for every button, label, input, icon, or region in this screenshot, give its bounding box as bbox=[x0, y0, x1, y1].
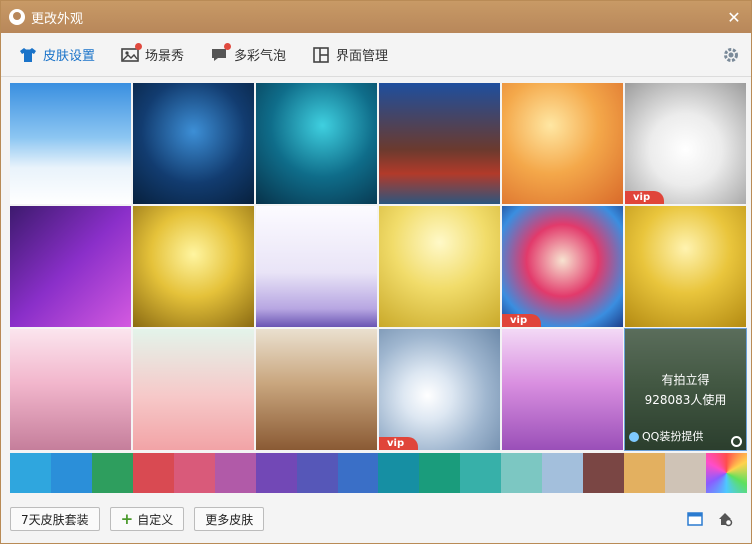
tab-interface-manage[interactable]: 界面管理 bbox=[312, 45, 388, 64]
color-swatch[interactable] bbox=[91, 453, 133, 493]
color-swatch[interactable] bbox=[583, 453, 625, 493]
color-swatch[interactable] bbox=[296, 453, 338, 493]
vip-badge: vip bbox=[379, 437, 419, 450]
skin-tile-classroom[interactable] bbox=[256, 329, 377, 450]
skin-tile-blue-mountain[interactable] bbox=[133, 83, 254, 204]
color-swatch[interactable] bbox=[460, 453, 502, 493]
home-settings-icon[interactable] bbox=[717, 511, 733, 527]
color-bubbles-badge bbox=[224, 42, 232, 50]
skin-grid: vip vip vip 有拍立得 928083人使用 QQ装扮提供 bbox=[10, 83, 747, 451]
window-icon[interactable] bbox=[687, 511, 703, 527]
color-swatch[interactable] bbox=[214, 453, 256, 493]
color-swatch[interactable] bbox=[624, 453, 665, 493]
layout-icon bbox=[313, 46, 329, 63]
shirt-icon bbox=[20, 47, 36, 62]
featured-title: 有拍立得 bbox=[661, 372, 710, 387]
skin-tile-deer[interactable] bbox=[502, 83, 623, 204]
plus-icon: + bbox=[120, 510, 134, 528]
window-title: 更改外观 bbox=[31, 11, 84, 27]
qq-logo-icon bbox=[9, 9, 25, 25]
skin-tile-overlay: 有拍立得 928083人使用 QQ装扮提供 bbox=[625, 329, 746, 450]
skin-tile-london-sketch[interactable] bbox=[256, 206, 377, 327]
gear-icon[interactable] bbox=[721, 45, 741, 65]
color-swatch[interactable] bbox=[705, 453, 747, 493]
more-skins-button[interactable]: 更多皮肤 bbox=[194, 507, 265, 531]
skin-tile-purple-triangles[interactable] bbox=[10, 206, 131, 327]
tab-interface-manage-label: 界面管理 bbox=[336, 49, 389, 64]
zoom-icon[interactable] bbox=[731, 436, 742, 447]
featured-provider: QQ装扮提供 bbox=[629, 427, 703, 447]
vip-badge: vip bbox=[502, 314, 542, 327]
color-swatch[interactable] bbox=[255, 453, 297, 493]
skin-tile-polaroid[interactable]: 有拍立得 928083人使用 QQ装扮提供 bbox=[624, 328, 747, 451]
color-swatch[interactable] bbox=[665, 453, 706, 493]
skin-tile-moon-star[interactable]: vip bbox=[379, 329, 500, 450]
tab-skin-settings-label: 皮肤设置 bbox=[43, 49, 96, 64]
custom-button-label: 自定义 bbox=[137, 512, 174, 527]
skin-tile-plate-bow[interactable]: vip bbox=[625, 83, 746, 204]
color-swatch[interactable] bbox=[542, 453, 584, 493]
color-swatch[interactable] bbox=[10, 453, 51, 493]
custom-button[interactable]: + 自定义 bbox=[109, 507, 185, 531]
skin-tile-purple-castle[interactable] bbox=[502, 329, 623, 450]
color-swatch[interactable] bbox=[419, 453, 461, 493]
color-swatch[interactable] bbox=[50, 453, 92, 493]
bottom-toolbar: 7天皮肤套装 + 自定义 更多皮肤 bbox=[10, 507, 265, 531]
color-swatch[interactable] bbox=[501, 453, 543, 493]
skin-tile-cottage[interactable] bbox=[625, 206, 746, 327]
skin-tile-yellow-meadow[interactable] bbox=[379, 206, 500, 327]
weekly-skin-set-button[interactable]: 7天皮肤套装 bbox=[10, 507, 100, 531]
title-bar: 更改外观 ✕ bbox=[1, 1, 751, 33]
tab-color-bubbles[interactable]: 多彩气泡 bbox=[210, 42, 287, 64]
color-swatch[interactable] bbox=[173, 453, 215, 493]
tab-bar: 皮肤设置 场景秀 多彩气泡 界面管理 bbox=[1, 33, 751, 77]
skin-tile-cats[interactable] bbox=[133, 329, 254, 450]
skin-tile-sky-clouds[interactable] bbox=[10, 83, 131, 204]
featured-users: 928083人使用 bbox=[644, 392, 727, 407]
skin-tile-microphone[interactable]: vip bbox=[502, 206, 623, 327]
color-swatch[interactable] bbox=[378, 453, 420, 493]
tab-color-bubbles-label: 多彩气泡 bbox=[234, 49, 287, 64]
skin-tile-umbrella-rabbit[interactable] bbox=[256, 83, 377, 204]
skin-tile-golden-forest[interactable] bbox=[133, 206, 254, 327]
color-swatch[interactable] bbox=[337, 453, 379, 493]
scene-show-badge bbox=[135, 42, 143, 50]
vip-badge: vip bbox=[625, 191, 665, 204]
skin-tile-train[interactable] bbox=[379, 83, 500, 204]
appearance-window: 更改外观 ✕ 皮肤设置 场景秀 多彩气泡 界面管理 vip vip vip 有拍… bbox=[0, 0, 752, 544]
close-button[interactable]: ✕ bbox=[725, 8, 743, 27]
tab-scene-show[interactable]: 场景秀 bbox=[121, 42, 185, 64]
tab-scene-show-label: 场景秀 bbox=[145, 49, 185, 64]
featured-provider-label: QQ装扮提供 bbox=[642, 430, 704, 443]
skin-tile-cherry-blossom[interactable] bbox=[10, 329, 131, 450]
flower-icon bbox=[629, 432, 639, 442]
tab-skin-settings[interactable]: 皮肤设置 bbox=[19, 45, 95, 64]
color-swatch[interactable] bbox=[132, 453, 174, 493]
color-swatch-bar bbox=[10, 453, 747, 493]
bottom-right-icons bbox=[687, 511, 733, 527]
